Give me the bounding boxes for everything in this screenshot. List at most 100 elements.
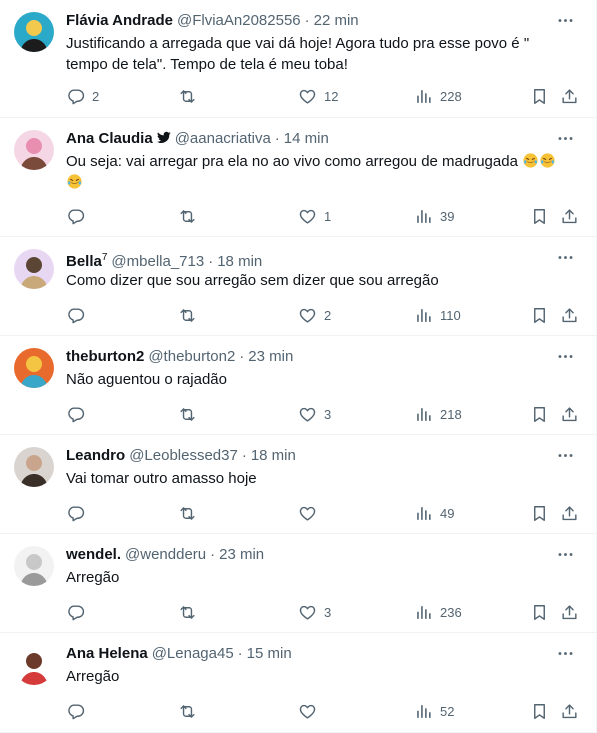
like-button[interactable] [298, 701, 324, 721]
name-superscript: 7 [101, 252, 108, 263]
more-options-icon[interactable] [554, 642, 576, 664]
reply-button[interactable]: 2 [66, 86, 99, 106]
user-handle[interactable]: @Lenaga45 [152, 645, 234, 662]
reply-button[interactable] [66, 701, 92, 721]
bookmark-button[interactable] [530, 701, 549, 721]
user-handle[interactable]: @theburton2 [148, 348, 235, 365]
like-button[interactable] [298, 503, 324, 523]
user-handle[interactable]: @mbella_713 [111, 253, 204, 270]
more-options-icon[interactable] [554, 127, 576, 149]
avatar[interactable] [14, 12, 54, 52]
timestamp[interactable]: 18 min [251, 447, 296, 464]
share-button[interactable] [560, 404, 579, 424]
retweet-button[interactable] [178, 503, 204, 523]
like-button[interactable]: 12 [298, 86, 338, 106]
share-button[interactable] [560, 602, 579, 622]
share-button[interactable] [560, 206, 579, 226]
user-handle[interactable]: @aanacriativa [175, 130, 271, 147]
views-button[interactable]: 110 [414, 305, 461, 325]
reply-icon [66, 405, 85, 424]
tweet[interactable]: Flávia Andrade @FlviaAn2082556 · 22 min Just… [0, 0, 596, 118]
tweet[interactable]: wendel. @wendderu · 23 min Arregão 3 236 [0, 534, 596, 633]
timestamp[interactable]: 15 min [247, 645, 292, 662]
tweet[interactable]: Ana Helena @Lenaga45 · 15 min Arregão 52 [0, 633, 596, 733]
display-name[interactable]: Ana Claudia [66, 130, 153, 147]
more-options-icon[interactable] [554, 246, 576, 268]
avatar[interactable] [14, 348, 54, 388]
view-count: 49 [440, 505, 455, 521]
avatar[interactable] [14, 130, 54, 170]
reply-button[interactable] [66, 206, 92, 226]
tweet[interactable]: Ana Claudia @aanacriativa · 14 min Ou seja: … [0, 118, 596, 237]
views-chart-icon [414, 87, 433, 106]
share-button[interactable] [560, 701, 579, 721]
tweet-header: wendel. @wendderu · 23 min [66, 545, 536, 565]
reply-button[interactable] [66, 503, 92, 523]
timestamp[interactable]: 23 min [219, 546, 264, 563]
timestamp[interactable]: 22 min [314, 12, 359, 29]
display-name[interactable]: Bella [66, 253, 102, 270]
tweet[interactable]: theburton2 @theburton2 · 23 min Não aguentou… [0, 336, 596, 435]
user-handle[interactable]: @Leoblessed37 [129, 447, 238, 464]
share-button[interactable] [560, 503, 579, 523]
tweet[interactable]: Leandro @Leoblessed37 · 18 min Vai tomar out… [0, 435, 596, 534]
timestamp[interactable]: 14 min [284, 130, 329, 147]
views-button[interactable]: 236 [414, 602, 462, 622]
tweet-text-content: Arregão [66, 668, 120, 685]
display-name[interactable]: wendel. [66, 546, 121, 563]
user-handle[interactable]: @FlviaAn2082556 [177, 12, 301, 29]
timestamp[interactable]: 18 min [217, 253, 262, 270]
like-button[interactable]: 1 [298, 206, 331, 226]
verified-badge-icon [156, 130, 171, 145]
more-options-icon[interactable] [554, 9, 576, 31]
timestamp[interactable]: 23 min [248, 348, 293, 365]
bookmark-button[interactable] [530, 86, 549, 106]
retweet-button[interactable] [178, 602, 204, 622]
retweet-button[interactable] [178, 86, 204, 106]
bookmark-button[interactable] [530, 404, 549, 424]
retweet-icon [178, 504, 197, 523]
display-name[interactable]: Leandro [66, 447, 125, 464]
display-name[interactable]: Ana Helena [66, 645, 148, 662]
more-options-icon[interactable] [554, 543, 576, 565]
action-bar: 52 [66, 701, 586, 721]
views-button[interactable]: 218 [414, 404, 462, 424]
bookmark-button[interactable] [530, 602, 549, 622]
laughing-emoji-icon [523, 153, 538, 168]
share-icon [560, 306, 579, 325]
views-button[interactable]: 39 [414, 206, 454, 226]
bookmark-button[interactable] [530, 305, 549, 325]
more-options-icon[interactable] [554, 444, 576, 466]
views-button[interactable]: 228 [414, 86, 462, 106]
display-name[interactable]: Flávia Andrade [66, 12, 173, 29]
avatar[interactable] [14, 546, 54, 586]
reply-button[interactable] [66, 404, 92, 424]
retweet-button[interactable] [178, 305, 204, 325]
avatar[interactable] [14, 645, 54, 685]
display-name[interactable]: theburton2 [66, 348, 144, 365]
user-handle[interactable]: @wendderu [125, 546, 206, 563]
bookmark-button[interactable] [530, 503, 549, 523]
tweet[interactable]: Bella7 @mbella_713 · 18 min Como dizer que s… [0, 237, 596, 336]
retweet-button[interactable] [178, 206, 204, 226]
avatar[interactable] [14, 249, 54, 289]
views-chart-icon [414, 603, 433, 622]
reply-icon [66, 603, 85, 622]
bookmark-button[interactable] [530, 206, 549, 226]
views-button[interactable]: 49 [414, 503, 454, 523]
views-button[interactable]: 52 [414, 701, 454, 721]
share-button[interactable] [560, 305, 579, 325]
more-options-icon[interactable] [554, 345, 576, 367]
tweet-text-content: Não aguentou o rajadão [66, 371, 227, 388]
like-button[interactable]: 2 [298, 305, 331, 325]
retweet-button[interactable] [178, 404, 204, 424]
like-button[interactable]: 3 [298, 602, 331, 622]
like-button[interactable]: 3 [298, 404, 331, 424]
separator-dot: · [210, 546, 216, 563]
reply-button[interactable] [66, 305, 92, 325]
reply-button[interactable] [66, 602, 92, 622]
reply-icon [66, 306, 85, 325]
retweet-button[interactable] [178, 701, 204, 721]
share-button[interactable] [560, 86, 579, 106]
avatar[interactable] [14, 447, 54, 487]
